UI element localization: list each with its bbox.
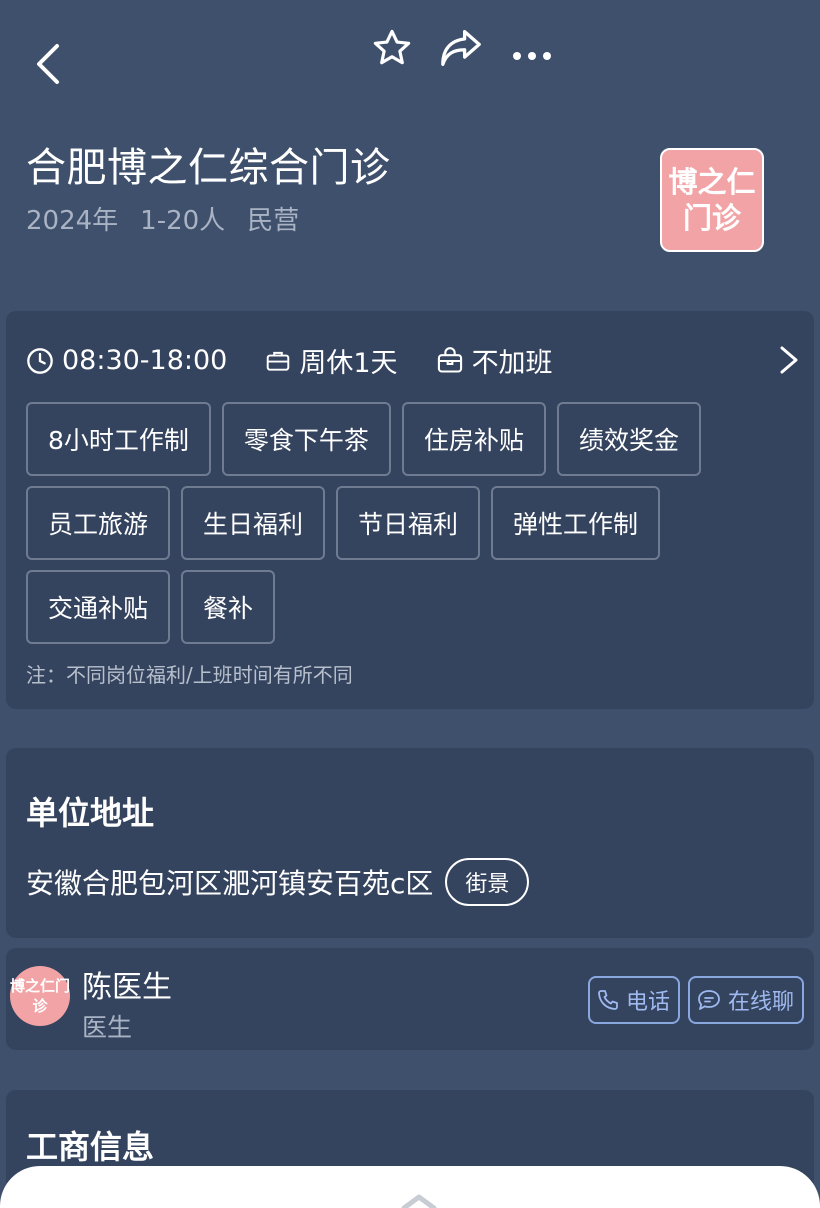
chat-button[interactable]: 在线聊: [688, 976, 804, 1024]
star-icon: [373, 29, 411, 65]
work-hours-text: 08:30-18:00: [62, 345, 228, 376]
briefcase-icon: [267, 351, 290, 371]
bag-icon: [437, 346, 462, 373]
street-view-button[interactable]: 街景: [445, 858, 530, 906]
company-type: 民营: [247, 206, 300, 236]
bottom-sheet[interactable]: [0, 1166, 820, 1208]
phone-button[interactable]: 电话: [588, 976, 680, 1024]
welfare-tag: 弹性工作制: [491, 486, 661, 560]
rest-days: 周休1天: [265, 341, 398, 380]
welfare-card[interactable]: 08:30-18:00 周休1天 不加班 8小时工作制 零食下午茶 住房补贴 绩…: [6, 311, 814, 709]
welfare-tag: 生日福利: [181, 486, 326, 560]
clock-icon: [27, 347, 53, 374]
address-title: 单位地址: [26, 794, 155, 832]
welfare-tag: 零食下午茶: [221, 402, 391, 476]
welfare-tag: 8小时工作制: [26, 402, 211, 476]
overtime-text: 不加班: [471, 348, 553, 379]
share-button[interactable]: [436, 24, 486, 72]
welfare-tag: 餐补: [181, 570, 276, 644]
company-logo: 博之仁门诊: [660, 148, 764, 252]
work-schedule: 08:30-18:00 周休1天 不加班: [26, 341, 591, 380]
chevron-up-icon[interactable]: [398, 1192, 440, 1208]
company-size: 1-20人: [140, 206, 226, 236]
chat-bubble-icon: [698, 990, 720, 1010]
address-text[interactable]: 安徽合肥包河区淝河镇安百苑c区: [26, 862, 433, 902]
welfare-tags: 8小时工作制 零食下午茶 住房补贴 绩效奖金 员工旅游 生日福利 节日福利 弹性…: [26, 402, 796, 644]
favorite-button[interactable]: [368, 24, 416, 72]
more-button[interactable]: [508, 32, 556, 80]
contact-card[interactable]: 博之仁门诊 陈医生 医生 电话 在线聊: [6, 948, 814, 1050]
contact-name: 陈医生: [82, 970, 172, 1005]
back-button[interactable]: [26, 40, 70, 88]
company-meta: 2024年 1-20人 民营: [26, 200, 646, 237]
company-name: 合肥博之仁综合门诊: [26, 145, 391, 191]
company-year: 2024年: [26, 206, 119, 236]
welfare-tag: 住房补贴: [401, 402, 546, 476]
company-header: 合肥博之仁综合门诊 2024年 1-20人 民营: [26, 140, 646, 237]
top-bar: [0, 0, 820, 110]
phone-label: 电话: [626, 990, 671, 1015]
rest-days-text: 周休1天: [299, 348, 398, 379]
phone-icon: [598, 990, 618, 1010]
chevron-left-icon: [37, 44, 59, 84]
address-card: 单位地址 安徽合肥包河区淝河镇安百苑c区 街景: [6, 748, 814, 938]
welfare-tag: 绩效奖金: [556, 402, 701, 476]
welfare-tag: 节日福利: [336, 486, 481, 560]
chat-label: 在线聊: [728, 990, 795, 1015]
share-arrow-icon: [441, 30, 481, 66]
address-line: 安徽合肥包河区淝河镇安百苑c区 街景: [26, 858, 530, 906]
welfare-tag: 交通补贴: [26, 570, 171, 644]
welfare-note: 注：不同岗位福利/上班时间有所不同: [26, 663, 353, 687]
avatar: 博之仁门诊: [10, 966, 70, 1026]
overtime: 不加班: [436, 341, 553, 380]
chevron-right-icon[interactable]: [778, 345, 800, 375]
work-hours: 08:30-18:00: [26, 345, 227, 376]
more-dots-icon: [513, 52, 551, 60]
business-info-title: 工商信息: [26, 1128, 155, 1166]
welfare-tag: 员工旅游: [26, 486, 171, 560]
contact-role: 医生: [82, 1013, 133, 1042]
